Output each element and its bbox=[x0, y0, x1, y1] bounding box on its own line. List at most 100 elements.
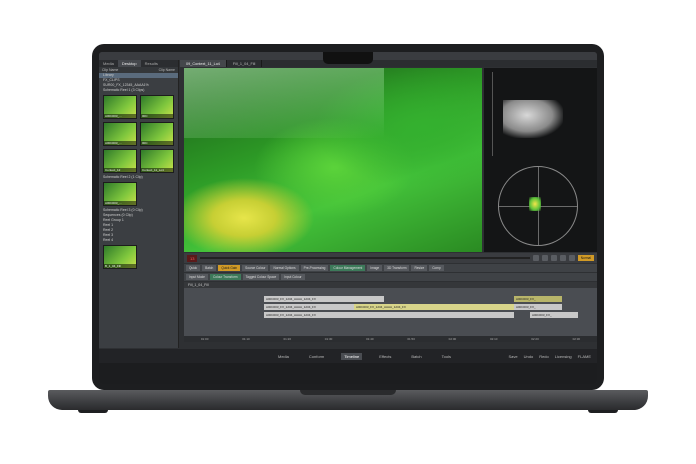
go-to-start-icon[interactable] bbox=[532, 255, 539, 261]
clip-thumbnail[interactable]: 00C bbox=[140, 95, 174, 119]
tab-conform[interactable]: Conform bbox=[306, 353, 327, 360]
bottom-nav-bar: Media Conform Timeline Effects Batch Too… bbox=[99, 349, 597, 363]
save-button[interactable]: Save bbox=[509, 354, 518, 359]
fx-button[interactable]: Resize bbox=[411, 265, 428, 271]
tab-media-workspace[interactable]: Media bbox=[275, 353, 292, 360]
bottom-right-controls: Save Undo Redo Licensing FLAME bbox=[509, 354, 592, 359]
fx-button[interactable]: Comp bbox=[429, 265, 444, 271]
timeline-clip[interactable]: A00C003_FX_ bbox=[514, 304, 562, 310]
clip-thumbnail-label: A00C003_... bbox=[104, 141, 136, 145]
tab-tools[interactable]: Tools bbox=[439, 353, 454, 360]
viewer-image-highlight bbox=[184, 68, 384, 138]
ruler-tick: 01:40 bbox=[366, 337, 374, 341]
clip-thumbnail[interactable]: B_1_04_Fill bbox=[103, 245, 137, 269]
screen-bottom-bezel-area bbox=[99, 363, 597, 384]
clip-thumbnail[interactable]: 00C bbox=[140, 122, 174, 146]
tab-viewer-1[interactable]: 09_Context_11_Lo4 bbox=[180, 60, 227, 67]
tab-media[interactable]: Media bbox=[99, 60, 118, 67]
camera-notch bbox=[323, 52, 373, 64]
transport-bar: 13 Normal bbox=[184, 253, 597, 263]
fx-button[interactable]: Pre-Processing bbox=[300, 265, 329, 271]
timeline-clip[interactable]: A00C003_FX_1234_AAAA_1234_FX bbox=[264, 304, 354, 310]
licensing-button[interactable]: Licensing bbox=[555, 354, 572, 359]
ruler-tick: 02:00 bbox=[448, 337, 457, 341]
fx-button[interactable]: Normal Options bbox=[270, 265, 299, 271]
step-forward-icon[interactable] bbox=[559, 255, 566, 261]
ruler-tick: 01:30 bbox=[324, 337, 333, 341]
timeline-track: A00C003_FX_1234_AAAA_1234_FX A00C003_FX_ bbox=[184, 296, 597, 302]
thumbnail-grid-2: A00C003_... bbox=[99, 180, 178, 208]
scrubber[interactable] bbox=[200, 257, 530, 259]
flame-logo: FLAME bbox=[577, 353, 591, 359]
clip-thumbnail-label: Context_12 bbox=[104, 168, 136, 172]
timecode-display[interactable]: 13 bbox=[187, 254, 198, 262]
laptop-foot-right bbox=[588, 410, 618, 413]
undo-button[interactable]: Undo bbox=[524, 354, 534, 359]
image-viewer[interactable] bbox=[184, 68, 482, 252]
timeline-clip[interactable]: A00C003_FX_1234_AAAA_1234_FX bbox=[264, 312, 514, 318]
fx-button[interactable]: Colour Management bbox=[330, 265, 366, 271]
vectorscope-trace bbox=[529, 197, 541, 211]
mode-dropdown[interactable]: Normal bbox=[577, 255, 594, 261]
vectorscope bbox=[498, 166, 578, 246]
thumbnail-grid: A00C003_... 00C A00C003_... 00C Context_… bbox=[99, 93, 178, 175]
go-to-end-icon[interactable] bbox=[568, 255, 575, 261]
clip-thumbnail[interactable]: Context_11_Lo4 bbox=[140, 149, 174, 173]
tab-results[interactable]: Results bbox=[141, 60, 162, 67]
fx-button[interactable]: Colour Transform bbox=[209, 274, 241, 280]
timeline-track: A00C003_FX_1234_AAAA_1234_FX A00C003_FX_… bbox=[184, 304, 597, 310]
ruler-tick: 01:10 bbox=[242, 337, 250, 341]
fx-button[interactable]: Source Colour bbox=[242, 265, 269, 271]
ruler-tick: 02:20 bbox=[531, 337, 539, 341]
waveform-trace bbox=[503, 100, 563, 138]
laptop-scene: Media Desktop Results Clip Name Clip Nam… bbox=[0, 0, 696, 464]
workspace-tabs: Media Conform Timeline Effects Batch Too… bbox=[275, 352, 454, 360]
ruler-tick: 01:20 bbox=[283, 337, 291, 341]
clip-thumbnail-label: A00C003_... bbox=[104, 114, 136, 118]
fx-button[interactable]: Quick bbox=[186, 265, 201, 271]
redo-button[interactable]: Redo bbox=[539, 354, 549, 359]
clip-thumbnail[interactable]: Context_12 bbox=[103, 149, 137, 173]
fx-toolbar: Quick Batch Quick Gain Source Colour Nor… bbox=[184, 264, 597, 272]
timeline-ruler[interactable]: 01:00 01:10 01:20 01:30 01:40 01:50 02:0… bbox=[184, 336, 597, 342]
clip-thumbnail-label: B_1_04_Fill bbox=[104, 264, 136, 268]
ruler-tick: 02:10 bbox=[489, 337, 498, 341]
fx-button[interactable]: Input Colour bbox=[281, 274, 305, 280]
fx-button[interactable]: Tagged Colour Space bbox=[242, 274, 280, 280]
tab-effects[interactable]: Effects bbox=[376, 353, 394, 360]
fx-button[interactable]: Quick Gain bbox=[218, 265, 241, 271]
clip-thumbnail-label: Context_11_Lo4 bbox=[141, 168, 173, 172]
tab-viewer-2[interactable]: Fill_1_04_Fill bbox=[227, 60, 263, 67]
timeline-clip[interactable]: A00C003_FX_1234_AAAA_1234_FX bbox=[264, 296, 384, 302]
fx-button[interactable]: Input Mode bbox=[186, 274, 208, 280]
column-clip-name-right[interactable]: Clip Name bbox=[159, 68, 175, 72]
clip-thumbnail[interactable]: A00C003_... bbox=[103, 122, 137, 146]
timeline-clip[interactable]: A00C003_FX_ bbox=[514, 296, 562, 302]
panel-tabs: Media Desktop Results bbox=[99, 60, 178, 67]
timeline[interactable]: Fill_1_04_Fill A00C003_FX_1234_AAAA_1234… bbox=[184, 282, 597, 342]
clip-thumbnail-label: A00C003_... bbox=[104, 201, 136, 205]
column-clip-name[interactable]: Clip Name bbox=[102, 68, 118, 72]
clip-thumbnail[interactable]: A00C003_... bbox=[103, 95, 137, 119]
waveform-scope bbox=[492, 72, 592, 156]
timeline-clip[interactable]: A00C003_FX_1234_AAAA_1234_FX bbox=[354, 304, 514, 310]
fx-toolbar-2: Input Mode Colour Transform Tagged Colou… bbox=[184, 273, 597, 281]
laptop-foot-left bbox=[78, 410, 108, 413]
ruler-tick: 01:00 bbox=[200, 337, 209, 341]
laptop-base-lip bbox=[300, 390, 396, 395]
scopes-panel bbox=[484, 68, 597, 252]
app-window: Media Desktop Results Clip Name Clip Nam… bbox=[99, 52, 597, 384]
play-icon[interactable] bbox=[550, 255, 557, 261]
tab-desktop[interactable]: Desktop bbox=[117, 60, 141, 67]
fx-button[interactable]: Image bbox=[367, 265, 383, 271]
fx-button[interactable]: 3D Transform bbox=[384, 265, 410, 271]
tab-timeline[interactable]: Timeline bbox=[341, 352, 363, 360]
fx-button[interactable]: Batch bbox=[202, 265, 217, 271]
step-back-icon[interactable] bbox=[541, 255, 548, 261]
clip-thumbnail[interactable]: A00C003_... bbox=[103, 182, 137, 206]
timeline-clip[interactable]: A00C003_FX_ bbox=[530, 312, 578, 318]
media-library-panel: Media Desktop Results Clip Name Clip Nam… bbox=[99, 60, 179, 348]
clip-thumbnail-label: 00C bbox=[141, 114, 173, 118]
clip-thumbnail-label: 00C bbox=[141, 141, 173, 145]
tab-batch[interactable]: Batch bbox=[408, 353, 424, 360]
